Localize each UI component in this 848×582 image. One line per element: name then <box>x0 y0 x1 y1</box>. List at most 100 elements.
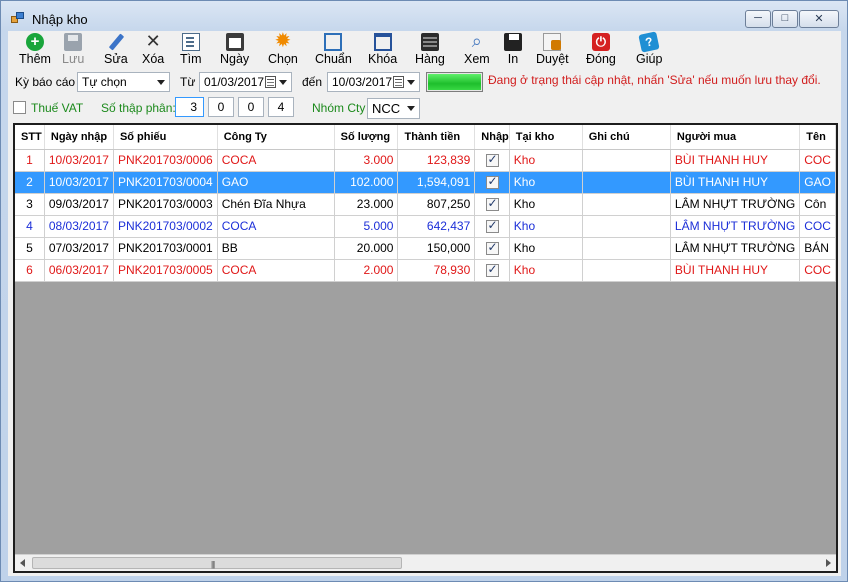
cell-amount[interactable]: 150,000 <box>397 237 476 260</box>
add-button[interactable]: + Thêm <box>19 33 51 67</box>
cell-stt[interactable]: 2 <box>15 171 45 194</box>
cell-name[interactable]: COC <box>799 215 836 238</box>
print-button[interactable]: In <box>504 33 522 67</box>
column-header[interactable]: Ghi chú <box>582 125 671 150</box>
title-bar[interactable]: Nhập kho ─ □ ✕ <box>1 1 847 31</box>
cell-qty[interactable]: 3.000 <box>334 149 399 172</box>
cell-buyer[interactable]: LÂM NHỰT TRƯỜNG <box>670 193 801 216</box>
cell-amount[interactable]: 642,437 <box>397 215 476 238</box>
cell-note[interactable] <box>582 193 671 216</box>
column-header[interactable]: Số lượng <box>334 125 399 150</box>
cell-name[interactable]: COC <box>799 149 836 172</box>
scroll-right-icon[interactable] <box>826 559 831 567</box>
company-group-select[interactable]: NCC <box>367 98 420 119</box>
imported-checkbox[interactable] <box>485 262 499 278</box>
cell-stt[interactable]: 3 <box>15 193 45 216</box>
cell-amount[interactable]: 123,839 <box>397 149 476 172</box>
delete-button[interactable]: ✕ Xóa <box>142 32 164 67</box>
cell-name[interactable]: COC <box>799 259 836 282</box>
table-row[interactable]: 6 06/03/2017 PNK201703/0005 COCA 2.000 78,930… <box>15 259 836 282</box>
cell-company[interactable]: COCA <box>217 149 335 172</box>
cell-company[interactable]: BB <box>217 237 335 260</box>
cell-qty[interactable]: 5.000 <box>334 215 399 238</box>
decimals-field-2[interactable]: 0 <box>208 97 234 117</box>
cell-date[interactable]: 08/03/2017 <box>44 215 114 238</box>
cell-amount[interactable]: 807,250 <box>397 193 476 216</box>
column-header[interactable]: Công Ty <box>217 125 335 150</box>
find-button[interactable]: Tìm <box>180 33 202 67</box>
scroll-left-icon[interactable] <box>20 559 25 567</box>
cell-stt[interactable]: 6 <box>15 259 45 282</box>
decimals-field-3[interactable]: 0 <box>238 97 264 117</box>
cell-imported[interactable] <box>474 171 510 194</box>
cell-qty[interactable]: 20.000 <box>334 237 399 260</box>
choose-button[interactable]: ✹ Chọn <box>268 31 298 67</box>
cell-company[interactable]: COCA <box>217 215 335 238</box>
standard-button[interactable]: Chuẩn <box>315 33 352 67</box>
table-row[interactable]: 5 07/03/2017 PNK201703/0001 BB 20.000 150,000… <box>15 237 836 260</box>
from-date-picker[interactable]: 01/03/2017 <box>199 72 292 92</box>
cell-voucher[interactable]: PNK201703/0004 <box>113 171 218 194</box>
cell-stt[interactable]: 5 <box>15 237 45 260</box>
goods-button[interactable]: Hàng <box>415 33 445 67</box>
lock-button[interactable]: Khóa <box>368 33 397 67</box>
cell-warehouse[interactable]: Kho <box>509 215 583 238</box>
minimize-button[interactable]: ─ <box>745 10 771 28</box>
horizontal-scrollbar[interactable]: ||| <box>15 554 836 571</box>
cell-amount[interactable]: 78,930 <box>397 259 476 282</box>
column-header[interactable]: Người mua <box>670 125 801 150</box>
column-header[interactable]: Nhập <box>474 125 510 150</box>
date-button[interactable]: Ngày <box>220 33 249 67</box>
approve-button[interactable]: Duyệt <box>536 33 569 67</box>
cell-imported[interactable] <box>474 237 510 260</box>
cell-company[interactable]: COCA <box>217 259 335 282</box>
cell-note[interactable] <box>582 215 671 238</box>
cell-qty[interactable]: 2.000 <box>334 259 399 282</box>
view-button[interactable]: ⌕ Xem <box>464 32 490 67</box>
cell-date[interactable]: 06/03/2017 <box>44 259 114 282</box>
vat-checkbox[interactable] <box>13 101 26 114</box>
cell-date[interactable]: 10/03/2017 <box>44 171 114 194</box>
cell-name[interactable]: BÁN <box>799 237 836 260</box>
cell-date[interactable]: 07/03/2017 <box>44 237 114 260</box>
cell-voucher[interactable]: PNK201703/0006 <box>113 149 218 172</box>
cell-buyer[interactable]: LÂM NHỰT TRƯỜNG <box>670 237 801 260</box>
cell-company[interactable]: GAO <box>217 171 335 194</box>
cell-voucher[interactable]: PNK201703/0001 <box>113 237 218 260</box>
cell-date[interactable]: 09/03/2017 <box>44 193 114 216</box>
imported-checkbox[interactable] <box>485 218 499 234</box>
cell-qty[interactable]: 23.000 <box>334 193 399 216</box>
column-header[interactable]: STT <box>15 125 45 150</box>
table-row[interactable]: 3 09/03/2017 PNK201703/0003 Chén Đĩa Nhựa 23… <box>15 193 836 216</box>
cell-imported[interactable] <box>474 149 510 172</box>
imported-checkbox[interactable] <box>485 152 499 168</box>
cell-note[interactable] <box>582 149 671 172</box>
decimals-field-1[interactable]: 3 <box>175 97 204 117</box>
column-header[interactable]: Tên <box>799 125 836 150</box>
maximize-button[interactable]: □ <box>772 10 798 28</box>
cell-voucher[interactable]: PNK201703/0003 <box>113 193 218 216</box>
imported-checkbox[interactable] <box>485 240 499 256</box>
edit-button[interactable]: Sửa <box>104 33 128 67</box>
cell-warehouse[interactable]: Kho <box>509 237 583 260</box>
cell-warehouse[interactable]: Kho <box>509 149 583 172</box>
cell-note[interactable] <box>582 237 671 260</box>
decimals-field-4[interactable]: 4 <box>268 97 294 117</box>
cell-date[interactable]: 10/03/2017 <box>44 149 114 172</box>
help-button[interactable]: ? Giúp <box>636 31 662 67</box>
column-header[interactable]: Thành tiền <box>397 125 476 150</box>
scroll-thumb[interactable]: ||| <box>32 557 402 569</box>
cell-qty[interactable]: 102.000 <box>334 171 399 194</box>
cell-amount[interactable]: 1,594,091 <box>397 171 476 194</box>
cell-imported[interactable] <box>474 215 510 238</box>
cell-warehouse[interactable]: Kho <box>509 259 583 282</box>
imported-checkbox[interactable] <box>485 196 499 212</box>
cell-name[interactable]: Côn <box>799 193 836 216</box>
close-button[interactable]: ⏻ Đóng <box>586 33 616 67</box>
table-row[interactable]: 4 08/03/2017 PNK201703/0002 COCA 5.000 642,43… <box>15 215 836 238</box>
close-window-button[interactable]: ✕ <box>799 10 839 28</box>
cell-buyer[interactable]: LÂM NHỰT TRƯỜNG <box>670 215 801 238</box>
to-date-picker[interactable]: 10/03/2017 <box>327 72 420 92</box>
column-header[interactable]: Tại kho <box>509 125 583 150</box>
column-header[interactable]: Số phiếu <box>113 125 218 150</box>
